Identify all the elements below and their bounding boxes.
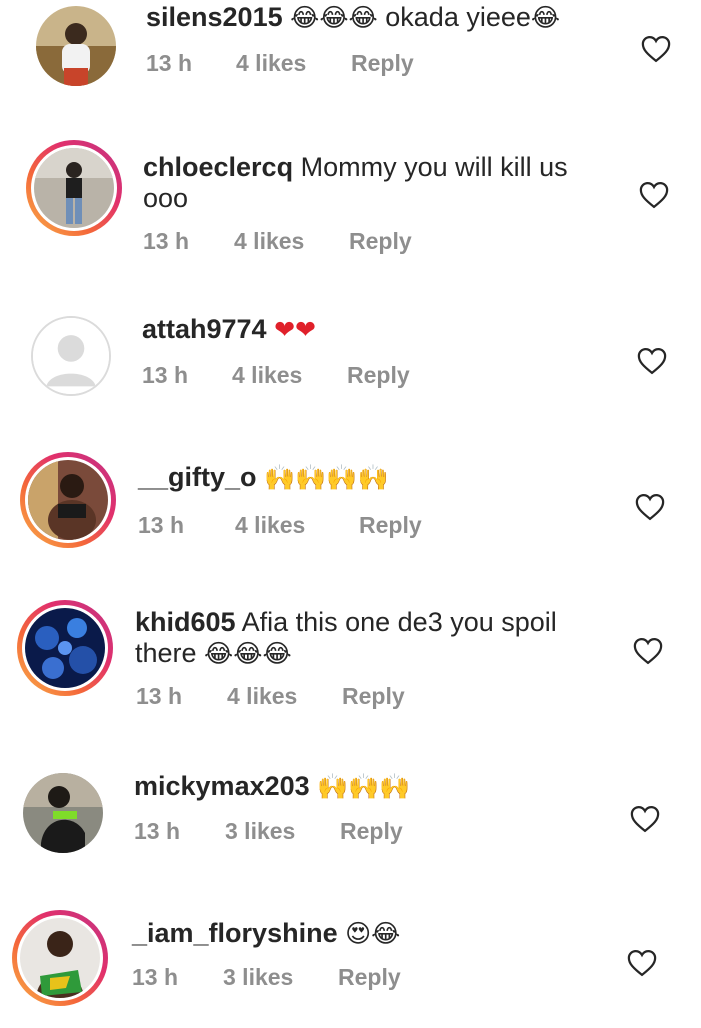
reply-button[interactable]: Reply: [340, 818, 403, 845]
comment-meta: 13 h 3 likes Reply: [134, 818, 403, 845]
avatar[interactable]: [17, 600, 113, 696]
comment-text: _iam_floryshine 😍😂: [132, 918, 592, 949]
like-heart-icon[interactable]: [635, 493, 665, 521]
comment-time: 13 h: [142, 362, 189, 388]
comment-time: 13 h: [146, 50, 193, 76]
comment-text: mickymax203 🙌🙌🙌: [134, 771, 594, 802]
comment-meta: 13 h 4 likes Reply: [136, 683, 405, 710]
comment-text: chloeclercq Mommy you will kill us ooo: [143, 152, 568, 213]
comment-time: 13 h: [136, 683, 183, 709]
like-heart-icon[interactable]: [627, 949, 657, 977]
likes-count[interactable]: 4 likes: [232, 362, 347, 389]
like-heart-icon[interactable]: [637, 347, 667, 375]
avatar[interactable]: [36, 6, 116, 86]
comment-username[interactable]: __gifty_o: [138, 462, 257, 492]
avatar[interactable]: [23, 773, 103, 853]
likes-count[interactable]: 3 likes: [225, 818, 340, 845]
emoji: ❤❤: [274, 315, 316, 344]
comment-username[interactable]: _iam_floryshine: [132, 918, 338, 948]
comment-time: 13 h: [132, 964, 179, 990]
likes-count[interactable]: 3 likes: [223, 964, 338, 991]
emoji: 😂😂😂: [290, 3, 378, 32]
comment-text: silens2015 😂😂😂 okada yieee😂: [146, 2, 561, 32]
comment-meta: 13 h 4 likes Reply: [138, 512, 422, 539]
like-heart-icon[interactable]: [633, 637, 663, 665]
likes-count[interactable]: 4 likes: [235, 512, 359, 539]
comment-meta: 13 h 3 likes Reply: [132, 964, 401, 991]
comment-time: 13 h: [143, 228, 190, 254]
avatar[interactable]: [31, 316, 111, 396]
comment-meta: 13 h 4 likes Reply: [143, 228, 412, 255]
likes-count[interactable]: 4 likes: [234, 228, 349, 255]
emoji: 🙌🙌🙌🙌: [264, 463, 389, 492]
comment-meta: 13 h 4 likes Reply: [142, 362, 410, 389]
emoji: 😂: [530, 3, 561, 32]
avatar[interactable]: [26, 140, 122, 236]
comment-username[interactable]: mickymax203: [134, 771, 310, 801]
comment-time: 13 h: [134, 818, 181, 844]
like-heart-icon[interactable]: [641, 35, 671, 63]
emoji: 😍😂: [345, 919, 401, 948]
comment-username[interactable]: attah9774: [142, 314, 267, 344]
likes-count[interactable]: 4 likes: [227, 683, 342, 710]
emoji: 😂😂😂: [204, 639, 292, 668]
avatar[interactable]: [12, 910, 108, 1006]
avatar[interactable]: [20, 452, 116, 548]
comment-text: khid605 Afia this one de3 you spoil ther…: [135, 607, 557, 668]
reply-button[interactable]: Reply: [349, 228, 412, 255]
reply-button[interactable]: Reply: [347, 362, 410, 389]
comment-text: attah9774 ❤❤: [142, 314, 602, 345]
likes-count[interactable]: 4 likes: [236, 50, 351, 77]
reply-button[interactable]: Reply: [338, 964, 401, 991]
reply-button[interactable]: Reply: [359, 512, 422, 539]
comment-text: __gifty_o 🙌🙌🙌🙌: [138, 462, 598, 493]
reply-button[interactable]: Reply: [342, 683, 405, 710]
reply-button[interactable]: Reply: [351, 50, 414, 77]
comment-meta: 13 h 4 likes Reply: [146, 50, 414, 77]
comment-username[interactable]: khid605: [135, 607, 236, 637]
like-heart-icon[interactable]: [630, 805, 660, 833]
comment-username[interactable]: silens2015: [146, 2, 283, 32]
emoji: 🙌🙌🙌: [317, 772, 411, 801]
comment-username[interactable]: chloeclercq: [143, 152, 293, 182]
like-heart-icon[interactable]: [639, 181, 669, 209]
comment-time: 13 h: [138, 512, 185, 538]
